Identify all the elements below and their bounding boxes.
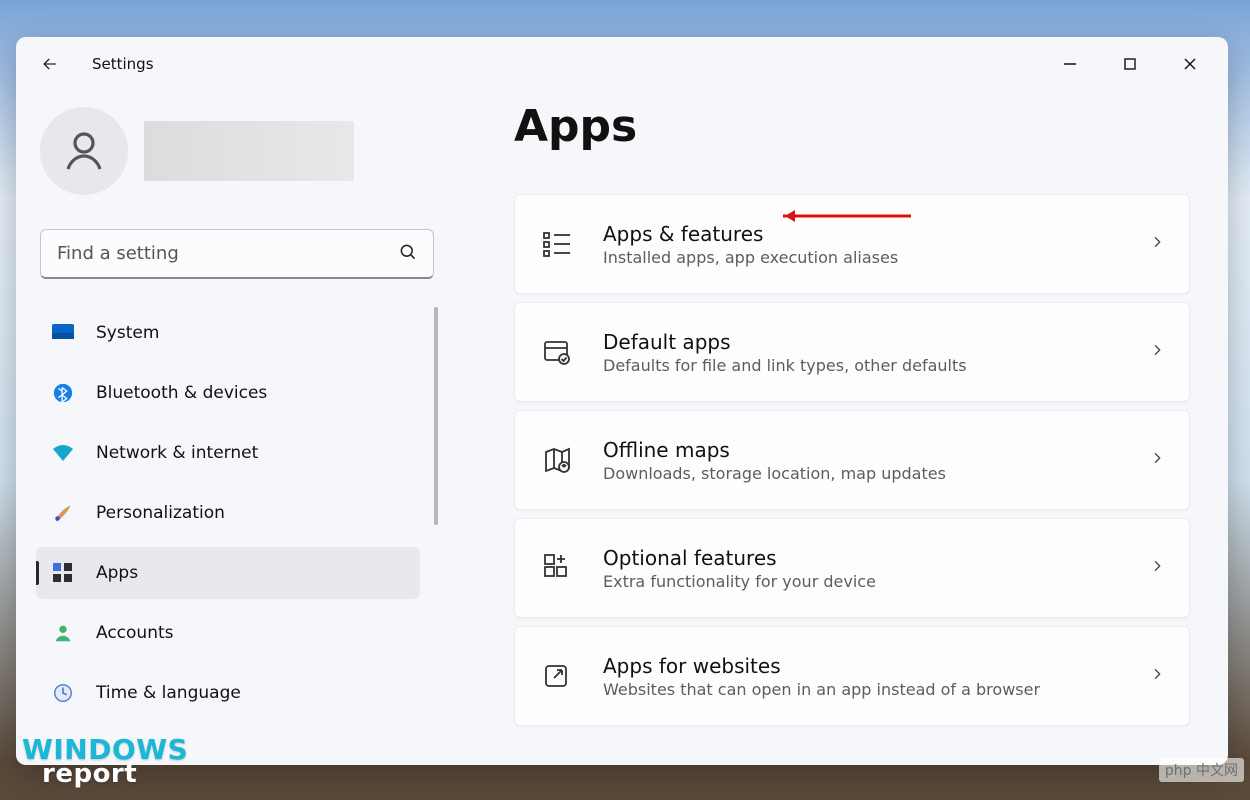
- card-text: Apps for websites Websites that can open…: [603, 654, 1149, 699]
- monitor-icon: [50, 320, 76, 346]
- chevron-right-icon: [1149, 558, 1165, 578]
- user-profile[interactable]: [36, 107, 438, 195]
- wifi-icon: [50, 440, 76, 466]
- nav-list: System Bluetooth & devices Network & int…: [36, 307, 438, 719]
- search-input[interactable]: [40, 229, 434, 279]
- sidebar-item-label: System: [96, 323, 159, 343]
- card-offline-maps[interactable]: Offline maps Downloads, storage location…: [514, 410, 1190, 510]
- grid-plus-icon: [539, 550, 575, 586]
- avatar: [40, 107, 128, 195]
- sidebar-item-apps[interactable]: Apps: [36, 547, 420, 599]
- card-title: Apps & features: [603, 222, 1149, 246]
- card-optional-features[interactable]: Optional features Extra functionality fo…: [514, 518, 1190, 618]
- sidebar-item-network[interactable]: Network & internet: [36, 427, 420, 479]
- sidebar-item-label: Time & language: [96, 683, 241, 703]
- card-apps-for-websites[interactable]: Apps for websites Websites that can open…: [514, 626, 1190, 726]
- maximize-icon: [1123, 57, 1137, 71]
- maximize-button[interactable]: [1100, 42, 1160, 86]
- card-title: Offline maps: [603, 438, 1149, 462]
- minimize-button[interactable]: [1040, 42, 1100, 86]
- sidebar-scrollbar[interactable]: [434, 307, 438, 525]
- settings-card-list: Apps & features Installed apps, app exec…: [514, 194, 1190, 726]
- card-text: Optional features Extra functionality fo…: [603, 546, 1149, 591]
- chevron-right-icon: [1149, 450, 1165, 470]
- titlebar-left: Settings: [36, 50, 154, 78]
- sidebar-nav: System Bluetooth & devices Network & int…: [36, 307, 438, 765]
- card-subtitle: Downloads, storage location, map updates: [603, 464, 1149, 483]
- titlebar: Settings: [16, 37, 1228, 91]
- search-icon: [398, 242, 418, 266]
- sidebar-item-label: Accounts: [96, 623, 174, 643]
- sidebar-item-label: Bluetooth & devices: [96, 383, 267, 403]
- map-icon: [539, 442, 575, 478]
- chevron-right-icon: [1149, 234, 1165, 254]
- close-button[interactable]: [1160, 42, 1220, 86]
- card-subtitle: Websites that can open in an app instead…: [603, 680, 1149, 699]
- apps-icon: [50, 560, 76, 586]
- card-text: Apps & features Installed apps, app exec…: [603, 222, 1149, 267]
- watermark: WINDOWS report: [22, 737, 188, 786]
- sidebar-item-time-language[interactable]: Time & language: [36, 667, 420, 719]
- sidebar-item-label: Personalization: [96, 503, 225, 523]
- card-subtitle: Extra functionality for your device: [603, 572, 1149, 591]
- minimize-icon: [1063, 57, 1077, 71]
- sidebar-item-system[interactable]: System: [36, 307, 420, 359]
- sidebar-item-label: Apps: [96, 563, 138, 583]
- card-title: Default apps: [603, 330, 1149, 354]
- sidebar: System Bluetooth & devices Network & int…: [16, 91, 458, 765]
- share-arrow-icon: [539, 658, 575, 694]
- corner-tag: php 中文网: [1159, 758, 1244, 782]
- window-title: Settings: [92, 55, 154, 73]
- search-container: [40, 229, 434, 279]
- card-text: Default apps Defaults for file and link …: [603, 330, 1149, 375]
- content-area: System Bluetooth & devices Network & int…: [16, 91, 1228, 765]
- default-apps-icon: [539, 334, 575, 370]
- card-title: Optional features: [603, 546, 1149, 570]
- sidebar-item-bluetooth[interactable]: Bluetooth & devices: [36, 367, 420, 419]
- watermark-line2: report: [42, 763, 188, 786]
- clock-globe-icon: [50, 680, 76, 706]
- card-subtitle: Installed apps, app execution aliases: [603, 248, 1149, 267]
- apps-list-icon: [539, 226, 575, 262]
- sidebar-item-label: Network & internet: [96, 443, 258, 463]
- back-button[interactable]: [36, 50, 64, 78]
- card-text: Offline maps Downloads, storage location…: [603, 438, 1149, 483]
- window-controls: [1040, 42, 1220, 86]
- sidebar-item-accounts[interactable]: Accounts: [36, 607, 420, 659]
- page-title: Apps: [514, 101, 1190, 152]
- card-subtitle: Defaults for file and link types, other …: [603, 356, 1149, 375]
- card-default-apps[interactable]: Default apps Defaults for file and link …: [514, 302, 1190, 402]
- chevron-right-icon: [1149, 666, 1165, 686]
- back-arrow-icon: [40, 54, 60, 74]
- settings-window: Settings: [16, 37, 1228, 765]
- paintbrush-icon: [50, 500, 76, 526]
- close-icon: [1183, 57, 1197, 71]
- card-apps-features[interactable]: Apps & features Installed apps, app exec…: [514, 194, 1190, 294]
- card-title: Apps for websites: [603, 654, 1149, 678]
- main-panel: Apps Apps & features Installed apps, app…: [458, 91, 1228, 765]
- user-icon: [60, 127, 108, 175]
- sidebar-item-personalization[interactable]: Personalization: [36, 487, 420, 539]
- chevron-right-icon: [1149, 342, 1165, 362]
- account-icon: [50, 620, 76, 646]
- bluetooth-icon: [50, 380, 76, 406]
- user-name-redacted: [144, 121, 354, 181]
